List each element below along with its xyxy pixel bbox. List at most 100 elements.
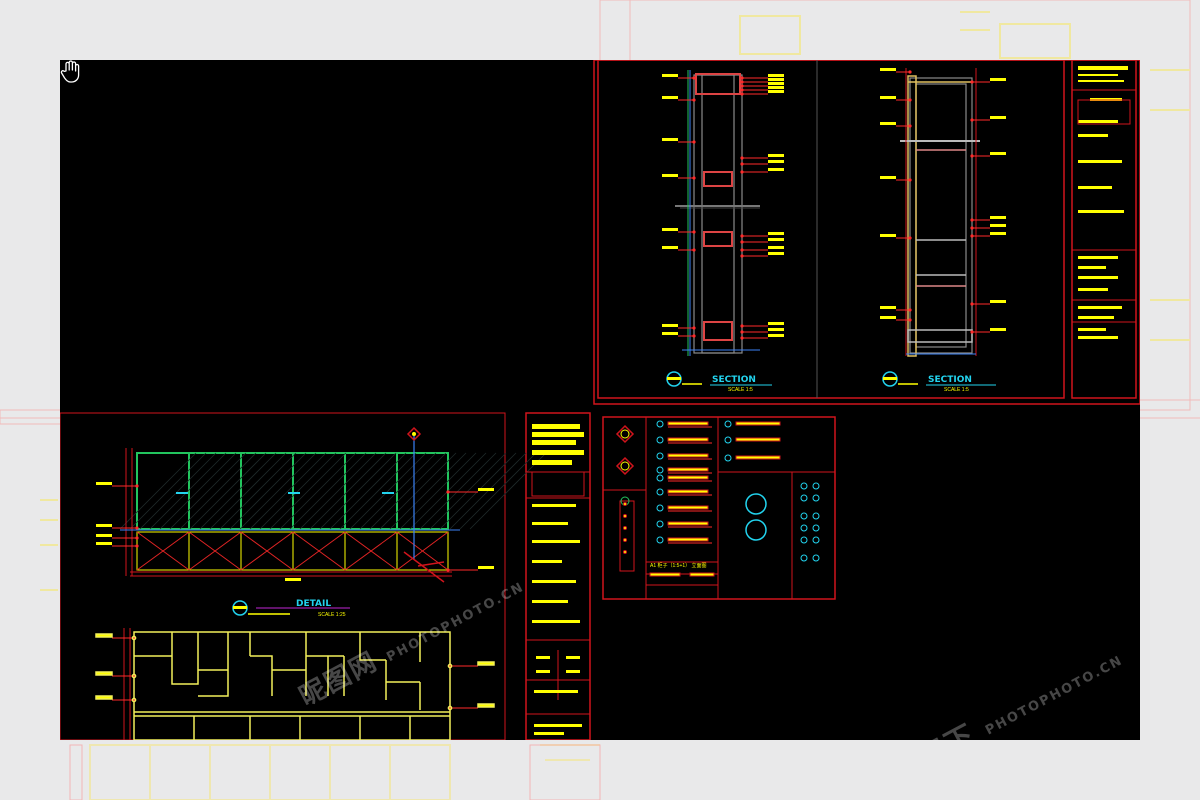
s1-left-text-block [662,174,678,177]
title-block-text [566,670,580,673]
s2-left-text-block [880,122,896,125]
legend-text [667,437,709,442]
legend-symbol [800,482,808,490]
s1-right-text-block [768,82,784,85]
title-block-text [536,670,550,673]
glass-hatch-line [389,452,467,530]
title-block-text [532,560,562,563]
s1-left-dot [692,98,696,102]
glass-hatch-line [239,452,317,530]
glass-hatch-line [329,452,407,530]
s1-right-text-block [768,238,784,241]
s1-right-text-block [768,246,784,249]
legend-symbol [812,482,820,490]
lat-right-text-block [477,703,495,708]
legend-text [667,421,709,426]
s2-right-dot [970,330,974,334]
title-block-text [1078,80,1124,82]
cad-drawing-canvas[interactable]: SECTION SCALE 1:5 SECTION SCALE 1:5 DETA… [60,60,1140,740]
detail-title-block: DETAIL SCALE 1:25 [232,599,350,618]
s1-right-text-block [768,74,784,77]
glass-hatch-line [289,452,367,530]
s2-left-text-block [880,234,896,237]
lat-left-dot [131,635,137,641]
title-block-text [532,450,584,455]
det-left-dot [135,544,139,548]
legend-symbol [724,454,732,462]
legend-symbol [800,494,808,502]
section-2-title: SECTION [928,375,972,385]
s1-left-dot [692,248,696,252]
s2-left-text-block [880,306,896,309]
s1-left-dot [692,230,696,234]
legend-symbol [812,494,820,502]
s1-right-dot [740,234,744,238]
legend-point [623,550,627,554]
det-right-dot [446,490,450,494]
glass-hatch-line [129,452,207,530]
glass-hatch-line [319,452,397,530]
det-right-text-block [478,488,494,491]
s1-right-text-block [768,86,784,89]
s2-right-text-block [990,78,1006,81]
det-left-text-block [96,534,112,537]
legend-note: A1 柜子（1:5+1） 立面图 [650,562,707,569]
title-block-top [1072,66,1136,339]
det-left-dot [135,484,139,488]
s1-right-text-block [768,334,784,337]
legend-text [735,437,781,442]
s2-left-dot [908,236,912,240]
s2-left-dot [908,308,912,312]
s2-right-dot [970,118,974,122]
s2-right-text-block [990,116,1006,119]
s1-right-dot [740,254,744,258]
s1-right-dot [740,76,744,80]
title-block-text [534,690,578,693]
legend-symbol [656,536,664,544]
title-block-text [1078,266,1106,269]
glass-hatch-line [139,452,217,530]
title-block-text [1078,210,1124,213]
s1-left-text-block [662,74,678,77]
glass-hatch-line [159,452,237,530]
s1-right-text-block [768,252,784,255]
s1-left-dot [692,76,696,80]
s2-right-text-block [990,152,1006,155]
s2-left-text-block [880,316,896,319]
title-block-text [1078,316,1114,319]
legend-symbol [812,512,820,520]
s2-left-dot [908,318,912,322]
glass-hatch-line [209,452,287,530]
legend-symbol [724,420,732,428]
s1-right-dot [740,162,744,166]
glass-hatch-line [269,452,347,530]
glass-hatch-line [299,452,377,530]
s1-right-text-block [768,154,784,157]
title-block-text [532,432,584,437]
lat-left-dot [131,673,137,679]
glass-hatch-line [169,452,247,530]
legend-symbol [656,452,664,460]
s2-left-text-block [880,68,896,71]
title-block-text [1078,134,1108,137]
s1-left-dot [692,140,696,144]
s1-left-text-block [662,138,678,141]
glass-hatch-line [259,452,337,530]
s1-right-text-block [768,90,784,93]
s1-right-text-block [768,160,784,163]
s2-right-text-block [990,216,1006,219]
s2-right-text-block [990,328,1006,331]
legend-point [623,526,627,530]
glass-hatch-line [379,452,457,530]
title-block-text [532,504,576,507]
legend-symbol [800,524,808,532]
s1-right-text-block [768,232,784,235]
det-left-dot [135,536,139,540]
title-block-text [1078,276,1118,279]
legend-symbol [812,536,820,544]
s1-left-text-block [662,324,678,327]
legend-point [623,514,627,518]
s1-left-text-block [662,96,678,99]
s2-right-text-block [990,224,1006,227]
s1-right-dot [740,88,744,92]
